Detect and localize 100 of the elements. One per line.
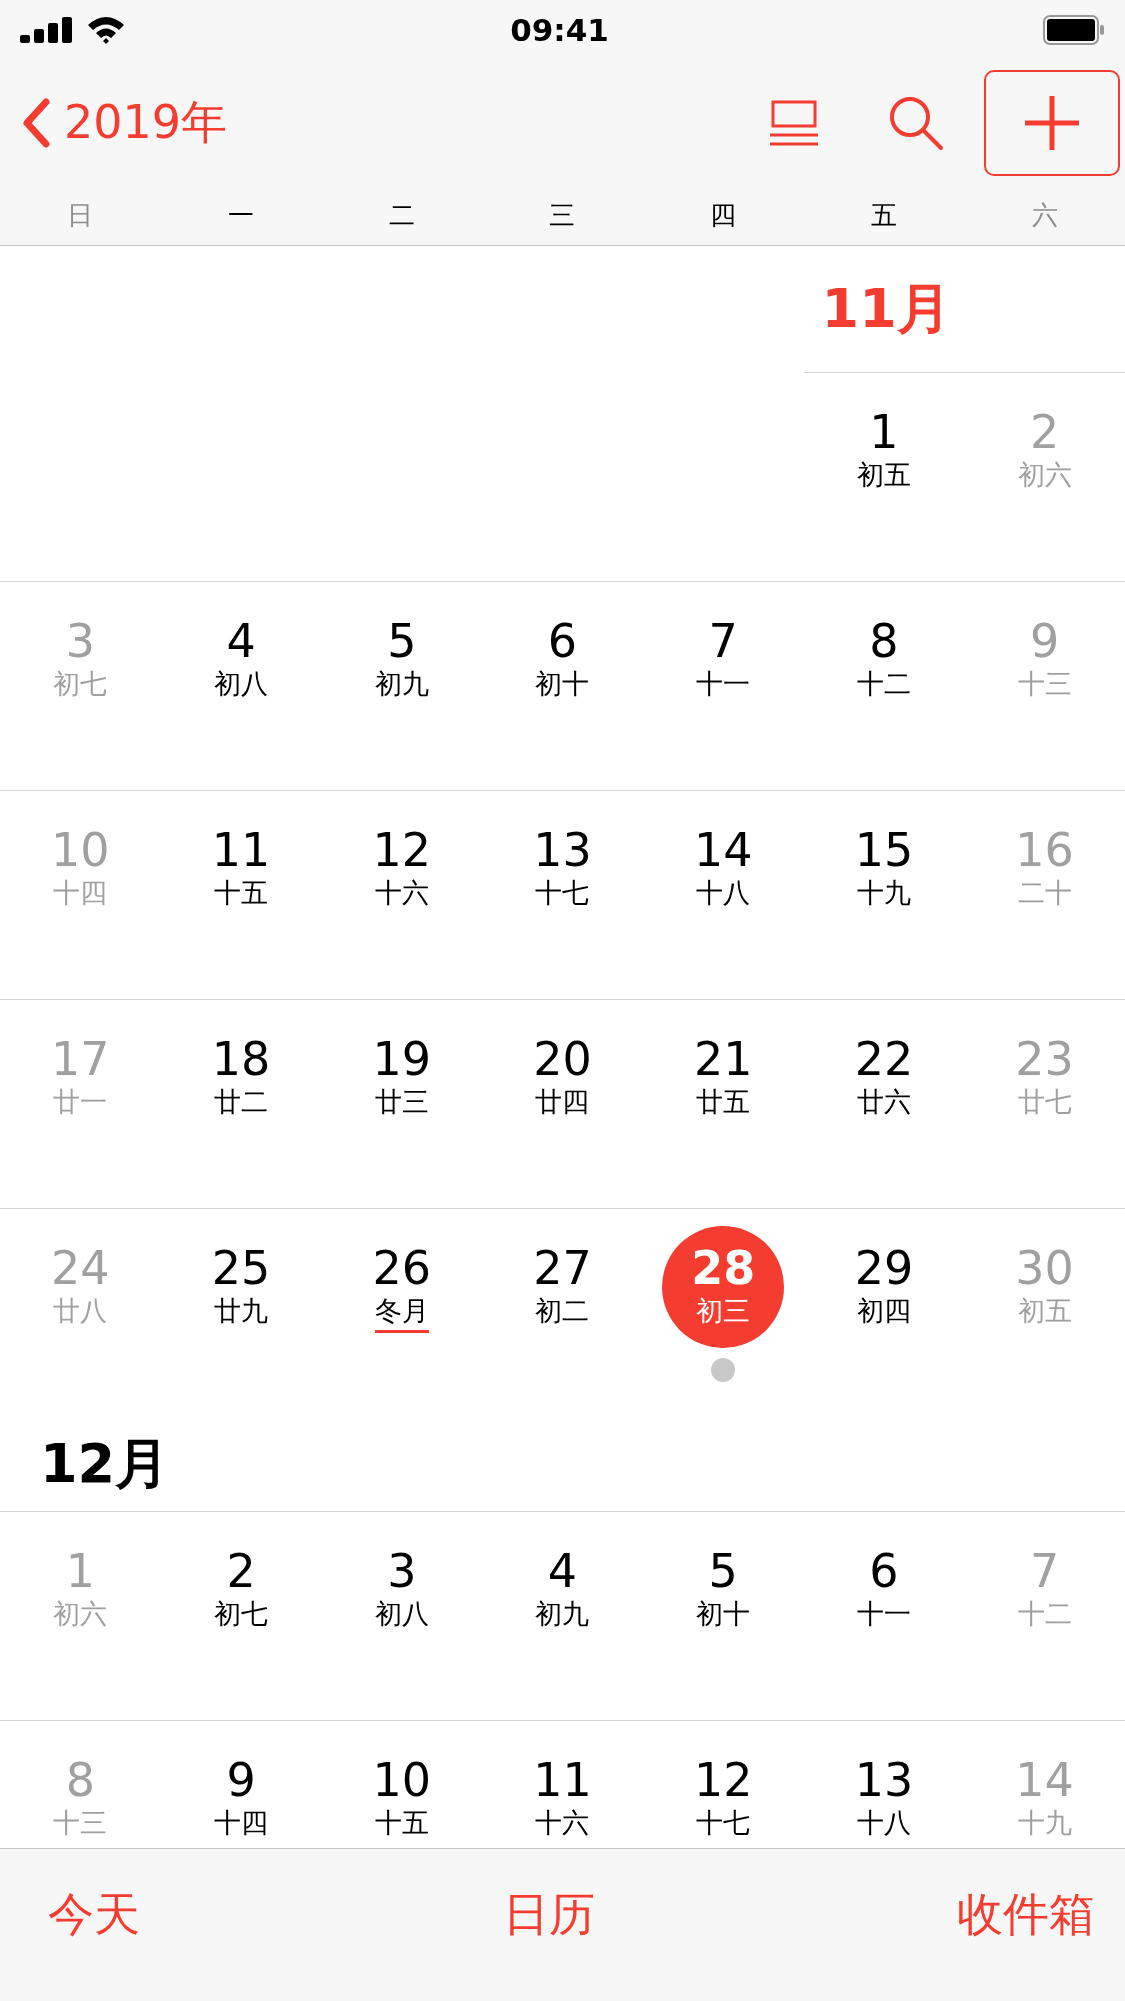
lunar-date: 初五 [856, 457, 911, 492]
day-number: 18 [211, 1032, 271, 1085]
day-number: 16 [1015, 823, 1074, 876]
day-cell[interactable]: 19 廿三 [340, 1017, 463, 1139]
day-cell[interactable]: 7 十一 [662, 599, 785, 721]
lunar-date: 十六 [374, 875, 429, 910]
weekday-label: 四 [710, 198, 737, 232]
day-number: 5 [387, 614, 417, 667]
lunar-date: 十八 [696, 875, 751, 910]
day-cell[interactable]: 26 冬月 [340, 1226, 463, 1348]
lunar-date: 廿七 [1017, 1084, 1072, 1119]
day-cell[interactable]: 2 初七 [180, 1529, 303, 1651]
day-cell[interactable]: 9 十四 [180, 1738, 303, 1848]
lunar-date: 十五 [214, 875, 269, 910]
day-number: 27 [533, 1241, 592, 1294]
day-cell[interactable]: 12 十七 [662, 1738, 785, 1848]
day-cell[interactable]: 6 十一 [822, 1529, 945, 1651]
day-cell[interactable]: 21 廿五 [662, 1017, 785, 1139]
lunar-date: 初二 [535, 1293, 590, 1328]
weekday-label: 三 [549, 198, 576, 232]
day-number: 13 [533, 823, 592, 876]
search-icon [888, 94, 944, 151]
lunar-date: 十二 [1017, 1596, 1072, 1631]
day-number: 6 [547, 614, 578, 667]
day-number: 21 [693, 1032, 753, 1085]
day-number: 3 [65, 614, 95, 667]
weekday-label: 五 [870, 198, 897, 232]
day-number: 24 [51, 1241, 110, 1294]
lunar-date: 十九 [1017, 1805, 1072, 1840]
day-cell[interactable]: 11 十六 [501, 1738, 624, 1848]
day-cell[interactable]: 11 十五 [180, 808, 303, 930]
lunar-date: 十二 [856, 666, 911, 701]
tab-bar-item[interactable]: 今天 [0, 1884, 170, 1946]
tab-bar-item[interactable]: 日历 [454, 1884, 625, 1946]
day-number: 12 [693, 1753, 753, 1806]
day-number: 29 [854, 1241, 914, 1294]
lunar-date: 十九 [856, 875, 911, 910]
day-number: 5 [708, 1544, 738, 1597]
lunar-date: 十七 [535, 875, 590, 910]
day-cell[interactable]: 4 初九 [501, 1529, 624, 1651]
day-cell[interactable]: 20 廿四 [501, 1017, 624, 1139]
lunar-date: 二十 [1017, 875, 1072, 910]
lunar-date: 廿三 [374, 1084, 429, 1119]
day-cell[interactable]: 5 初十 [662, 1529, 785, 1651]
day-cell[interactable]: 27 初二 [501, 1226, 624, 1348]
chevron-left-icon [22, 97, 50, 148]
day-number: 4 [226, 614, 256, 667]
lunar-date: 初六 [1017, 457, 1072, 492]
day-number: 11 [533, 1753, 592, 1806]
lunar-date: 十四 [53, 875, 108, 910]
day-cell[interactable]: 10 十五 [340, 1738, 463, 1848]
day-cell[interactable]: 5 初九 [340, 599, 463, 721]
search-button[interactable] [888, 94, 944, 151]
day-cell[interactable]: 18 廿二 [180, 1017, 303, 1139]
lunar-date: 十八 [856, 1805, 911, 1840]
weekday-label: 六 [1031, 198, 1058, 232]
day-number: 17 [51, 1032, 110, 1085]
day-cell[interactable]: 1 初五 [822, 390, 945, 512]
day-cell[interactable]: 8 十二 [822, 599, 945, 721]
day-number: 10 [51, 823, 110, 876]
day-number: 12 [372, 823, 432, 876]
day-cell[interactable]: 14 十八 [662, 808, 785, 930]
day-cell[interactable]: 6 初十 [501, 599, 624, 721]
add-button[interactable] [984, 69, 1120, 176]
day-cell[interactable]: 3 初八 [340, 1529, 463, 1651]
day-cell[interactable]: 22 廿六 [822, 1017, 945, 1139]
day-number: 19 [372, 1032, 432, 1085]
day-cell[interactable]: 13 十八 [822, 1738, 945, 1848]
day-number: 1 [869, 405, 899, 458]
lunar-date: 廿五 [696, 1084, 751, 1119]
day-cell[interactable]: 25 廿九 [180, 1226, 303, 1348]
day-number: 7 [1030, 1544, 1060, 1597]
day-number: 3 [387, 1544, 417, 1597]
lunar-date: 十六 [535, 1805, 590, 1840]
day-number: 11 [211, 823, 271, 876]
day-cell[interactable]: 13 十七 [501, 808, 624, 930]
day-cell[interactable]: 29 初四 [822, 1226, 945, 1348]
day-number: 15 [854, 823, 914, 876]
tab-bar-item[interactable]: 收件箱 [909, 1884, 1125, 1946]
lunar-date: 廿六 [856, 1084, 911, 1119]
lunar-date: 初三 [696, 1293, 751, 1328]
today-circle[interactable]: 28 初三 [662, 1226, 785, 1348]
list-view-button[interactable] [770, 98, 818, 147]
day-cell[interactable]: 12 十六 [340, 808, 463, 930]
day-cell[interactable]: 15 十九 [822, 808, 945, 930]
lunar-date: 初八 [214, 666, 269, 701]
plus-icon [1025, 95, 1079, 150]
lunar-date: 廿八 [53, 1293, 108, 1328]
day-number: 4 [547, 1544, 578, 1597]
lunar-date: 十一 [856, 1596, 911, 1631]
day-number: 6 [869, 1544, 899, 1597]
lunar-date: 十四 [214, 1805, 269, 1840]
lunar-date: 初十 [696, 1596, 751, 1631]
lunar-date: 初八 [374, 1596, 429, 1631]
day-cell[interactable]: 4 初八 [180, 599, 303, 721]
month-title: 12月 [40, 1430, 170, 1497]
day-number: 28 [691, 1241, 756, 1294]
wifi-icon [86, 15, 126, 45]
back-button[interactable]: 2019年 [22, 91, 228, 154]
lunar-date: 初六 [53, 1596, 108, 1631]
